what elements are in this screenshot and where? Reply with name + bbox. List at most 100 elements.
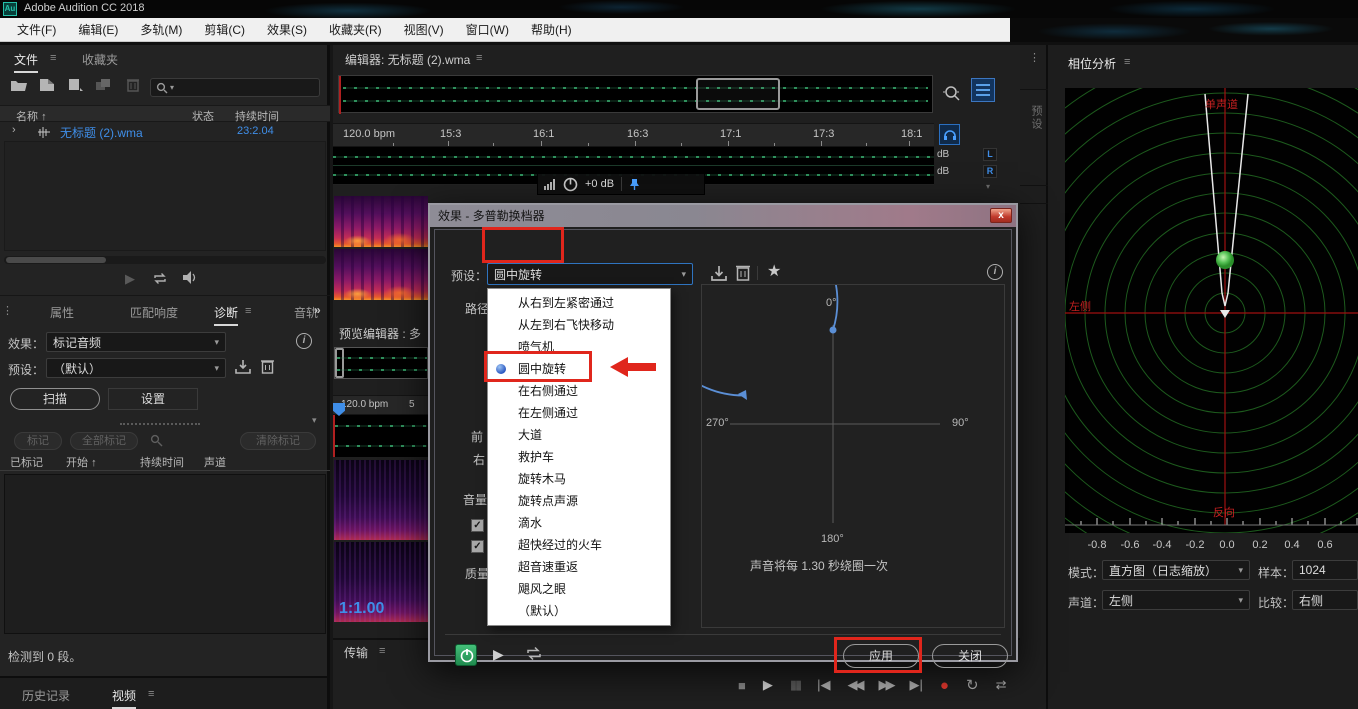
tab-files[interactable]: 文件 (14, 51, 38, 68)
tab-video[interactable]: 视频 (112, 687, 136, 704)
dialog-title-bar[interactable]: 效果 - 多普勒换档器 (430, 205, 1016, 227)
menu-view[interactable]: 视图(V) (393, 18, 455, 42)
skip-end-button[interactable]: ▶| (910, 677, 923, 693)
new-content-icon[interactable] (66, 78, 84, 97)
splitter-grip[interactable] (120, 423, 200, 425)
menu-item[interactable]: 从右到左紧密通过 (488, 292, 670, 314)
info-icon[interactable]: i (296, 333, 312, 349)
timeline-ruler[interactable]: 120.0 bpm 15:3 16:1 16:3 17:1 17:3 18:1 (333, 123, 934, 147)
preview-waveform[interactable] (333, 415, 428, 457)
column-status[interactable]: 状态 (192, 108, 214, 124)
tab-match-loudness[interactable]: 匹配响度 (130, 304, 178, 321)
diagnostics-panel-menu-icon[interactable]: ≡ (245, 305, 251, 317)
meter-caret-icon[interactable]: ▾ (986, 182, 990, 191)
menu-effects[interactable]: 效果(S) (256, 18, 318, 42)
menu-item[interactable]: 在左侧通过 (488, 402, 670, 424)
collapse-caret-icon[interactable]: ▾ (312, 415, 317, 426)
autoplay-icon[interactable]: ▶ (125, 271, 135, 287)
column-duration[interactable]: 持续时间 (140, 454, 184, 470)
zoom-reset-icon[interactable] (941, 83, 963, 108)
menu-item[interactable]: 从左到右飞快移动 (488, 314, 670, 336)
menu-item[interactable]: 超音速重返 (488, 556, 670, 578)
scan-button[interactable]: 扫描 (10, 388, 100, 410)
skip-start-button[interactable]: |◀ (817, 677, 830, 693)
dialog-close-icon[interactable]: x (990, 208, 1012, 223)
column-channel[interactable]: 声道 (204, 454, 226, 470)
panel-menu-icon[interactable]: ⋮ (1029, 51, 1040, 64)
tab-history[interactable]: 历史记录 (22, 687, 70, 704)
menu-item[interactable]: 在右侧通过 (488, 380, 670, 402)
preview-selection-handle[interactable] (335, 348, 344, 378)
speaker-icon[interactable] (180, 270, 198, 290)
gain-readout[interactable]: +0 dB (585, 178, 614, 190)
column-name[interactable]: 名称 ↑ (16, 108, 47, 124)
pin-icon[interactable] (629, 178, 640, 191)
delete-preset-icon[interactable] (735, 263, 751, 286)
menu-help[interactable]: 帮助(H) (520, 18, 583, 42)
fast-forward-button[interactable]: ▶▶ (879, 677, 893, 693)
swap-button[interactable]: ⇄ (996, 677, 1007, 693)
tab-diagnostics[interactable]: 诊断 (214, 304, 238, 321)
tab-favorites[interactable]: 收藏夹 (82, 51, 118, 68)
loop-playback-button[interactable]: ↻ (966, 676, 979, 694)
waveform-list-toggle-icon[interactable] (971, 78, 995, 102)
menu-multitrack[interactable]: 多轨(M) (129, 18, 193, 42)
preset-strip-label[interactable]: 预设 (1028, 105, 1044, 131)
preview-play-button[interactable]: ▶ (493, 646, 504, 663)
phase-scope[interactable]: 单声道 左侧 反向 (1065, 88, 1358, 533)
effect-select[interactable]: 标记音频▾ (46, 332, 226, 352)
selection-range-handle[interactable] (696, 78, 780, 110)
zoom-ratio-readout[interactable]: 1:1.00 (339, 600, 384, 618)
video-panel-menu-icon[interactable]: ≡ (148, 688, 154, 700)
effect-power-toggle[interactable] (455, 644, 477, 666)
channel-select[interactable]: 左侧▾ (1102, 590, 1250, 610)
menu-item[interactable]: 救护车 (488, 446, 670, 468)
search-input[interactable]: ▾ (150, 78, 320, 97)
delete-preset-icon[interactable] (260, 358, 275, 379)
preset-select[interactable]: （默认）▾ (46, 358, 226, 378)
stop-button[interactable]: ■ (738, 678, 746, 693)
file-row[interactable]: › 无标题 (2).wma 23:2.04 (0, 123, 330, 140)
save-preset-icon[interactable] (234, 359, 252, 380)
menu-window[interactable]: 窗口(W) (455, 18, 520, 42)
loop-icon[interactable] (152, 272, 168, 290)
menu-item[interactable]: 大道 (488, 424, 670, 446)
menu-item[interactable]: 超快经过的火车 (488, 534, 670, 556)
channel-left-button[interactable]: L (983, 148, 997, 161)
menu-favorites[interactable]: 收藏夹(R) (318, 18, 393, 42)
files-panel-menu-icon[interactable]: ≡ (50, 52, 56, 64)
column-duration[interactable]: 持续时间 (235, 108, 279, 124)
expand-chevron-icon[interactable]: › (12, 124, 16, 136)
dialog-preset-select[interactable]: 圆中旋转▾ (487, 263, 693, 285)
menu-item[interactable]: （默认） (488, 600, 670, 622)
editor-panel-menu-icon[interactable]: ≡ (476, 52, 482, 64)
preview-ruler[interactable]: 120.0 bpm 5 (333, 395, 428, 415)
menu-file[interactable]: 文件(F) (6, 18, 67, 42)
file-name[interactable]: 无标题 (2).wma (60, 124, 143, 141)
tab-properties[interactable]: 属性 (50, 304, 74, 321)
samples-select[interactable]: 1024 (1292, 560, 1358, 580)
compare-select[interactable]: 右侧 (1292, 590, 1358, 610)
transport-panel-menu-icon[interactable]: ≡ (379, 645, 385, 657)
volume-hud[interactable]: +0 dB (537, 173, 705, 195)
play-button[interactable]: ▶ (763, 677, 773, 693)
column-marked[interactable]: 已标记 (10, 454, 43, 470)
info-icon[interactable]: i (987, 264, 1003, 280)
import-file-icon[interactable] (38, 78, 56, 97)
record-button[interactable]: ● (940, 677, 949, 694)
preview-overview[interactable] (334, 347, 428, 379)
preview-loop-icon[interactable] (525, 646, 543, 666)
headphone-monitor-icon[interactable] (939, 124, 960, 145)
channel-right-button[interactable]: R (983, 165, 997, 178)
scrollbar-thumb[interactable] (6, 257, 106, 263)
open-file-icon[interactable] (10, 78, 28, 97)
column-start[interactable]: 开始 ↑ (66, 454, 97, 470)
close-button[interactable]: 关闭 (932, 644, 1008, 668)
tab-overflow-icon[interactable]: » (314, 303, 321, 317)
menu-item[interactable]: 旋转点声源 (488, 490, 670, 512)
menu-clip[interactable]: 剪辑(C) (193, 18, 256, 42)
menu-edit[interactable]: 编辑(E) (67, 18, 129, 42)
menu-item[interactable]: 滴水 (488, 512, 670, 534)
checkbox-checked[interactable]: ✓ (471, 540, 484, 553)
mode-select[interactable]: 直方图（日志缩放）▾ (1102, 560, 1250, 580)
